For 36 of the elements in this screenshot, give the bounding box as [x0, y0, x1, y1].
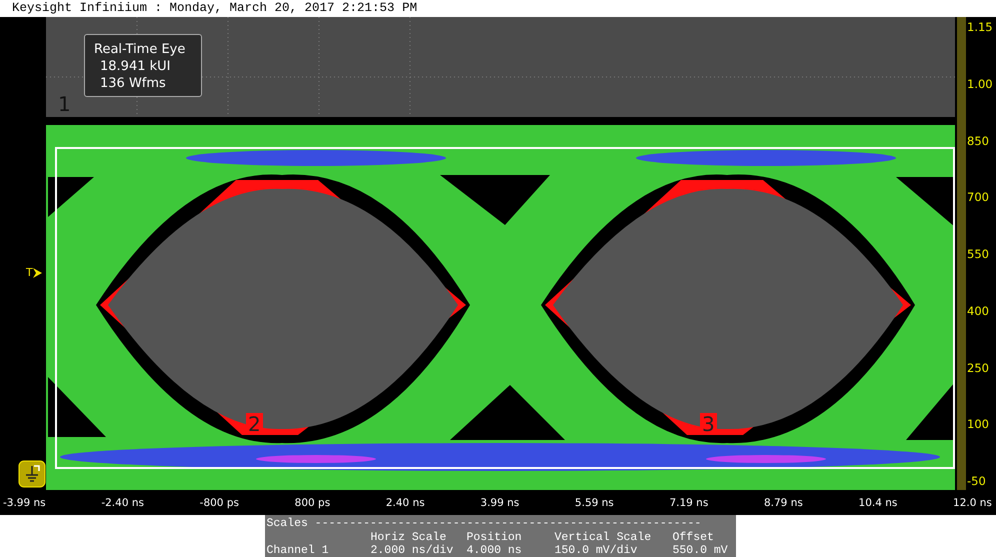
x-axis-label: 7.19 ns	[669, 496, 708, 508]
table-cell-text: 2.000 ns/div	[370, 544, 454, 557]
y-axis-label: 100	[967, 417, 989, 432]
y-axis-label: 400	[967, 304, 989, 318]
x-axis-label: 5.59 ns	[574, 496, 614, 508]
column-header: Vertical Scale	[554, 531, 652, 544]
y-axis-label: 700	[967, 190, 989, 204]
column-header: Horiz Scale	[370, 531, 448, 544]
window-title: Keysight Infiniium : Monday, March 20, 2017 2:21:53 PM	[11, 0, 418, 17]
ground-icon[interactable]	[18, 460, 46, 488]
measurement-text: 18.941 kUI	[99, 58, 172, 75]
measurement-text: 136 Wfms	[99, 75, 167, 92]
table-cell-text: 150.0 mV/div	[554, 544, 638, 557]
x-axis-label: 3.99 ns	[480, 496, 520, 508]
x-axis-label: -2.40 ns	[101, 496, 144, 508]
x-axis-label: 8.79 ns	[764, 496, 803, 508]
column-header: Offset	[672, 531, 715, 544]
marker-number: 1	[58, 93, 71, 115]
column-header: Position	[466, 531, 523, 544]
y-axis-label: 250	[967, 360, 989, 374]
x-axis-label: 10.4 ns	[858, 496, 898, 508]
y-axis-label: -50	[967, 474, 986, 488]
y-axis-label: 850	[967, 134, 989, 148]
x-axis-label: 12.0 ns	[953, 496, 992, 508]
y-axis-label: 550	[967, 247, 989, 261]
measurement-text: Real-Time Eye	[94, 41, 186, 58]
table-cell-text: Channel 1	[266, 544, 330, 557]
y-axis-label: 1.15	[967, 20, 993, 34]
y-axis-label: 1.00	[967, 76, 993, 91]
table-cell-text: 4.000 ns	[466, 544, 523, 557]
x-axis-label: -3.99 ns	[3, 496, 46, 508]
x-axis-label: 800 ps	[294, 496, 330, 508]
table-cell-text: 550.0 mV	[672, 544, 729, 557]
x-axis-label: 2.40 ns	[386, 496, 425, 508]
scales-heading: Scales --------------------------------------------------------	[266, 517, 702, 530]
x-axis-label: -800 ps	[200, 496, 239, 508]
